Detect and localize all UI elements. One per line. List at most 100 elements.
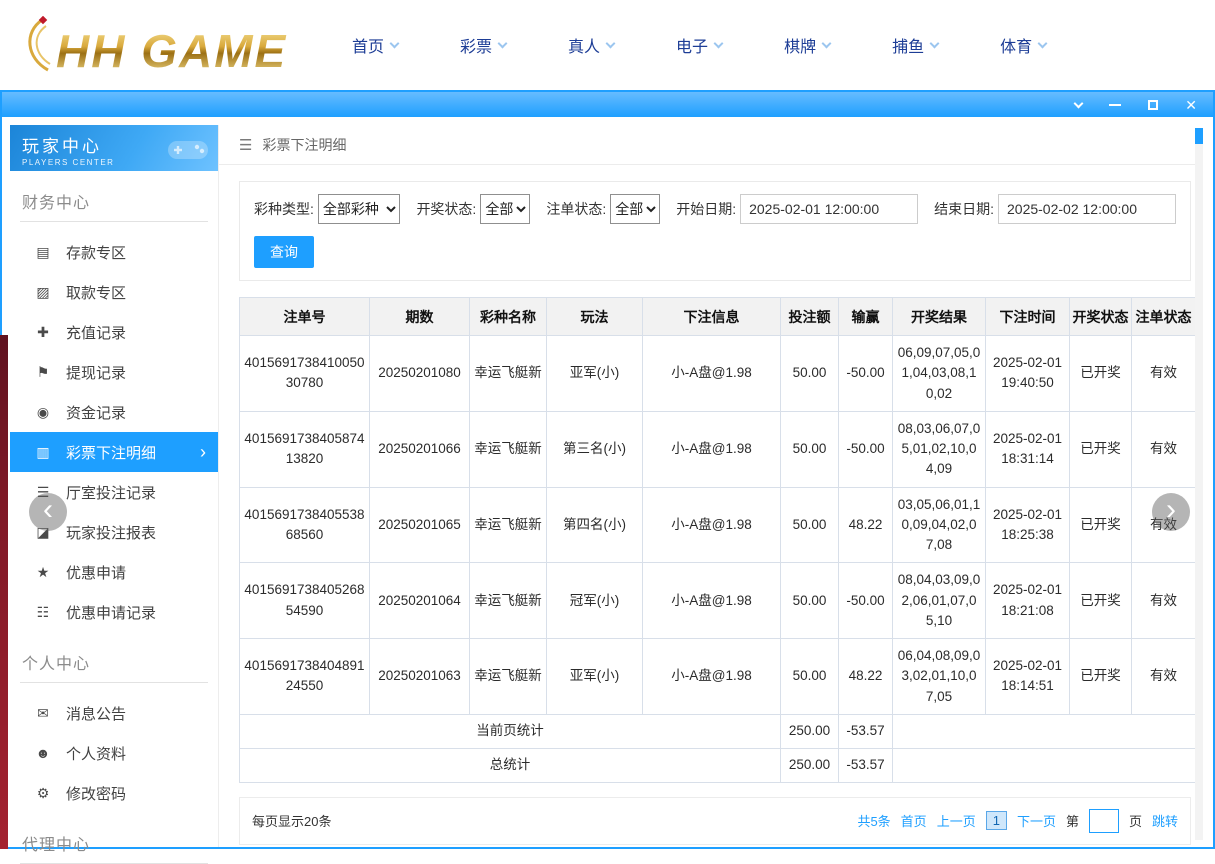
filter-row: 彩种类型: 全部彩种 开奖状态: 全部 注单状态: 全部 开始日期: 结束日期:: [254, 194, 1176, 224]
lottery-type-select[interactable]: 全部彩种: [318, 194, 401, 224]
sidebar-item-彩票下注明细[interactable]: ▥彩票下注明细›: [10, 432, 218, 472]
column-header: 注单状态: [1132, 298, 1196, 336]
nav-item-home[interactable]: 首页: [352, 33, 398, 57]
withdraw-record-icon: ⚑: [34, 364, 52, 381]
cell-lottery-name: 幸运飞艇新: [470, 411, 547, 487]
minimize-button[interactable]: [1109, 104, 1121, 106]
cell-bet-amount: 50.00: [781, 487, 839, 563]
jump-button[interactable]: 跳转: [1152, 811, 1178, 830]
draw-status-select[interactable]: 全部: [480, 194, 530, 224]
cell-order-status: 有效: [1132, 411, 1196, 487]
lottery-type-label: 彩种类型:: [254, 199, 314, 219]
sidebar-item-资金记录[interactable]: ◉资金记录: [10, 392, 218, 432]
sidebar-item-label: 提现记录: [66, 362, 126, 383]
chevron-down-icon: [498, 38, 508, 48]
end-date-input[interactable]: [998, 194, 1176, 224]
cell-draw-status: 已开奖: [1070, 563, 1132, 639]
window-titlebar: ✕: [2, 92, 1213, 117]
page-jump-input[interactable]: [1089, 809, 1119, 833]
sidebar-item-label: 资金记录: [66, 402, 126, 423]
logo-text: HH GAME: [56, 28, 287, 74]
page-title: 彩票下注明细: [262, 135, 346, 155]
chevron-down-icon: [822, 38, 832, 48]
end-date-label: 结束日期:: [934, 199, 994, 219]
sidebar-item-优惠申请记录[interactable]: ☷优惠申请记录: [10, 592, 218, 632]
table-row: 40156917384048912455020250201063幸运飞艇新亚军(…: [240, 639, 1196, 715]
recharge-record-icon: ✚: [34, 324, 52, 341]
column-header: 下注时间: [986, 298, 1070, 336]
sidebar-item-优惠申请[interactable]: ★ 优惠申请: [10, 552, 218, 592]
pagination-bar: 每页显示20条 共5条 首页 上一页 1 下一页 第 页 跳转: [239, 797, 1191, 845]
page-summary-row: 当前页统计 250.00 -53.57: [240, 714, 1196, 748]
sidebar-item-存款专区[interactable]: ▤ 存款专区: [10, 232, 218, 272]
promo-apply-icon: ★: [34, 564, 52, 581]
nav-item-fishing[interactable]: 捕鱼: [892, 33, 938, 57]
nav-item-label: 体育: [1000, 33, 1032, 57]
announcement-icon: ✉: [34, 705, 52, 722]
cell-period: 20250201065: [370, 487, 470, 563]
cell-period: 20250201080: [370, 336, 470, 412]
cell-bet-time: 2025-02-01 19:40:50: [986, 336, 1070, 412]
nav-item-slots[interactable]: 电子: [676, 33, 722, 57]
current-page[interactable]: 1: [986, 811, 1007, 830]
carousel-next-button[interactable]: ›: [1152, 493, 1190, 531]
withdraw-icon: ▨: [34, 284, 52, 301]
sidebar-item-取款专区[interactable]: ▨取款专区: [10, 272, 218, 312]
cell-bet-time: 2025-02-01 18:31:14: [986, 411, 1070, 487]
cell-win-loss: -50.00: [839, 563, 893, 639]
scrollbar-thumb[interactable]: [1195, 128, 1203, 144]
close-button[interactable]: ✕: [1185, 98, 1197, 112]
sidebar-item-label: 优惠申请: [66, 562, 126, 583]
cell-play: 冠军(小): [547, 563, 643, 639]
start-date-label: 开始日期:: [676, 199, 736, 219]
sidebar-item-label: 优惠申请记录: [66, 602, 156, 623]
cell-bet-info: 小-A盘@1.98: [643, 487, 781, 563]
sidebar-item-充值记录[interactable]: ✚ 充值记录: [10, 312, 218, 352]
search-button[interactable]: 查询: [254, 236, 314, 268]
sidebar-item-消息公告[interactable]: ✉消息公告: [10, 693, 218, 733]
order-status-select[interactable]: 全部: [610, 194, 660, 224]
filter-panel: 彩种类型: 全部彩种 开奖状态: 全部 注单状态: 全部 开始日期: 结束日期:…: [239, 181, 1191, 281]
bet-table: 注单号期数彩种名称玩法下注信息投注额输赢开奖结果下注时间开奖状态注单状态 401…: [239, 297, 1196, 783]
maximize-button[interactable]: [1148, 100, 1158, 110]
column-header: 输赢: [839, 298, 893, 336]
prev-page-link[interactable]: 上一页: [937, 811, 976, 830]
sidebar-item-个人资料[interactable]: ☻个人资料: [10, 733, 218, 773]
cell-bet-info: 小-A盘@1.98: [643, 639, 781, 715]
top-header: HH GAME 首页 彩票 真人 电子 棋牌 捕鱼 体育: [0, 0, 1215, 90]
profile-icon: ☻: [34, 745, 52, 761]
cell-period: 20250201066: [370, 411, 470, 487]
nav-item-live[interactable]: 真人: [568, 33, 614, 57]
deposit-icon: ▤: [34, 244, 52, 261]
start-date-input[interactable]: [740, 194, 918, 224]
jump-suffix-label: 页: [1129, 811, 1142, 830]
carousel-prev-button[interactable]: ‹: [29, 493, 67, 531]
brand-logo[interactable]: HH GAME: [20, 16, 310, 74]
draw-status-label: 开奖状态:: [416, 199, 476, 219]
nav-item-cards[interactable]: 棋牌: [784, 33, 830, 57]
sidebar-item-修改密码[interactable]: ⚙修改密码: [10, 773, 218, 813]
cell-play: 亚军(小): [547, 336, 643, 412]
chevron-down-icon: [714, 38, 724, 48]
sidebar-item-label: 彩票下注明细: [66, 442, 156, 463]
sidebar-section-label: 财务中心: [20, 185, 208, 222]
next-page-link[interactable]: 下一页: [1017, 811, 1056, 830]
chevron-down-icon: [930, 38, 940, 48]
table-row: 40156917384055386856020250201065幸运飞艇新第四名…: [240, 487, 1196, 563]
cell-lottery-name: 幸运飞艇新: [470, 487, 547, 563]
table-summary: 当前页统计 250.00 -53.57 总统计 250.00 -53.57: [240, 714, 1196, 782]
sidebar-item-label: 充值记录: [66, 322, 126, 343]
page-summary-label: 当前页统计: [240, 714, 781, 748]
cell-draw-status: 已开奖: [1070, 336, 1132, 412]
nav-item-label: 捕鱼: [892, 33, 924, 57]
nav-item-sports[interactable]: 体育: [1000, 33, 1046, 57]
total-summary-row: 总统计 250.00 -53.57: [240, 748, 1196, 782]
sidebar-item-提现记录[interactable]: ⚑ 提现记录: [10, 352, 218, 392]
sidebar-item-label: 存款专区: [66, 242, 126, 263]
nav-item-lottery[interactable]: 彩票: [460, 33, 506, 57]
nav-item-label: 真人: [568, 33, 600, 57]
scrollbar-track[interactable]: [1195, 128, 1203, 840]
chevron-down-icon[interactable]: [1075, 103, 1082, 107]
menu-icon[interactable]: ☰: [239, 136, 252, 154]
first-page-link[interactable]: 首页: [901, 811, 927, 830]
